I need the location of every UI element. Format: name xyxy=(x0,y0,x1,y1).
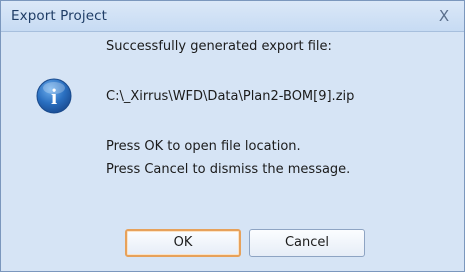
dialog-title: Export Project xyxy=(11,8,108,24)
message-line-success: Successfully generated export file: xyxy=(106,39,332,54)
close-icon[interactable]: X xyxy=(434,6,454,26)
ok-button[interactable]: OK xyxy=(125,229,241,257)
info-icon-glyph: i xyxy=(51,84,57,109)
message-line-cancel-hint: Press Cancel to dismiss the message. xyxy=(106,162,351,177)
dialog-content: i Successfully generated export file: C:… xyxy=(1,32,464,271)
info-icon: i xyxy=(36,78,72,114)
cancel-button[interactable]: Cancel xyxy=(249,229,365,257)
export-project-dialog: Export Project X i Successfully generate… xyxy=(0,0,465,272)
message-file-path: C:\_Xirrus\WFD\Data\Plan2-BOM[9].zip xyxy=(106,89,355,104)
title-bar[interactable]: Export Project X xyxy=(1,1,464,32)
message-line-ok-hint: Press OK to open file location. xyxy=(106,139,301,154)
